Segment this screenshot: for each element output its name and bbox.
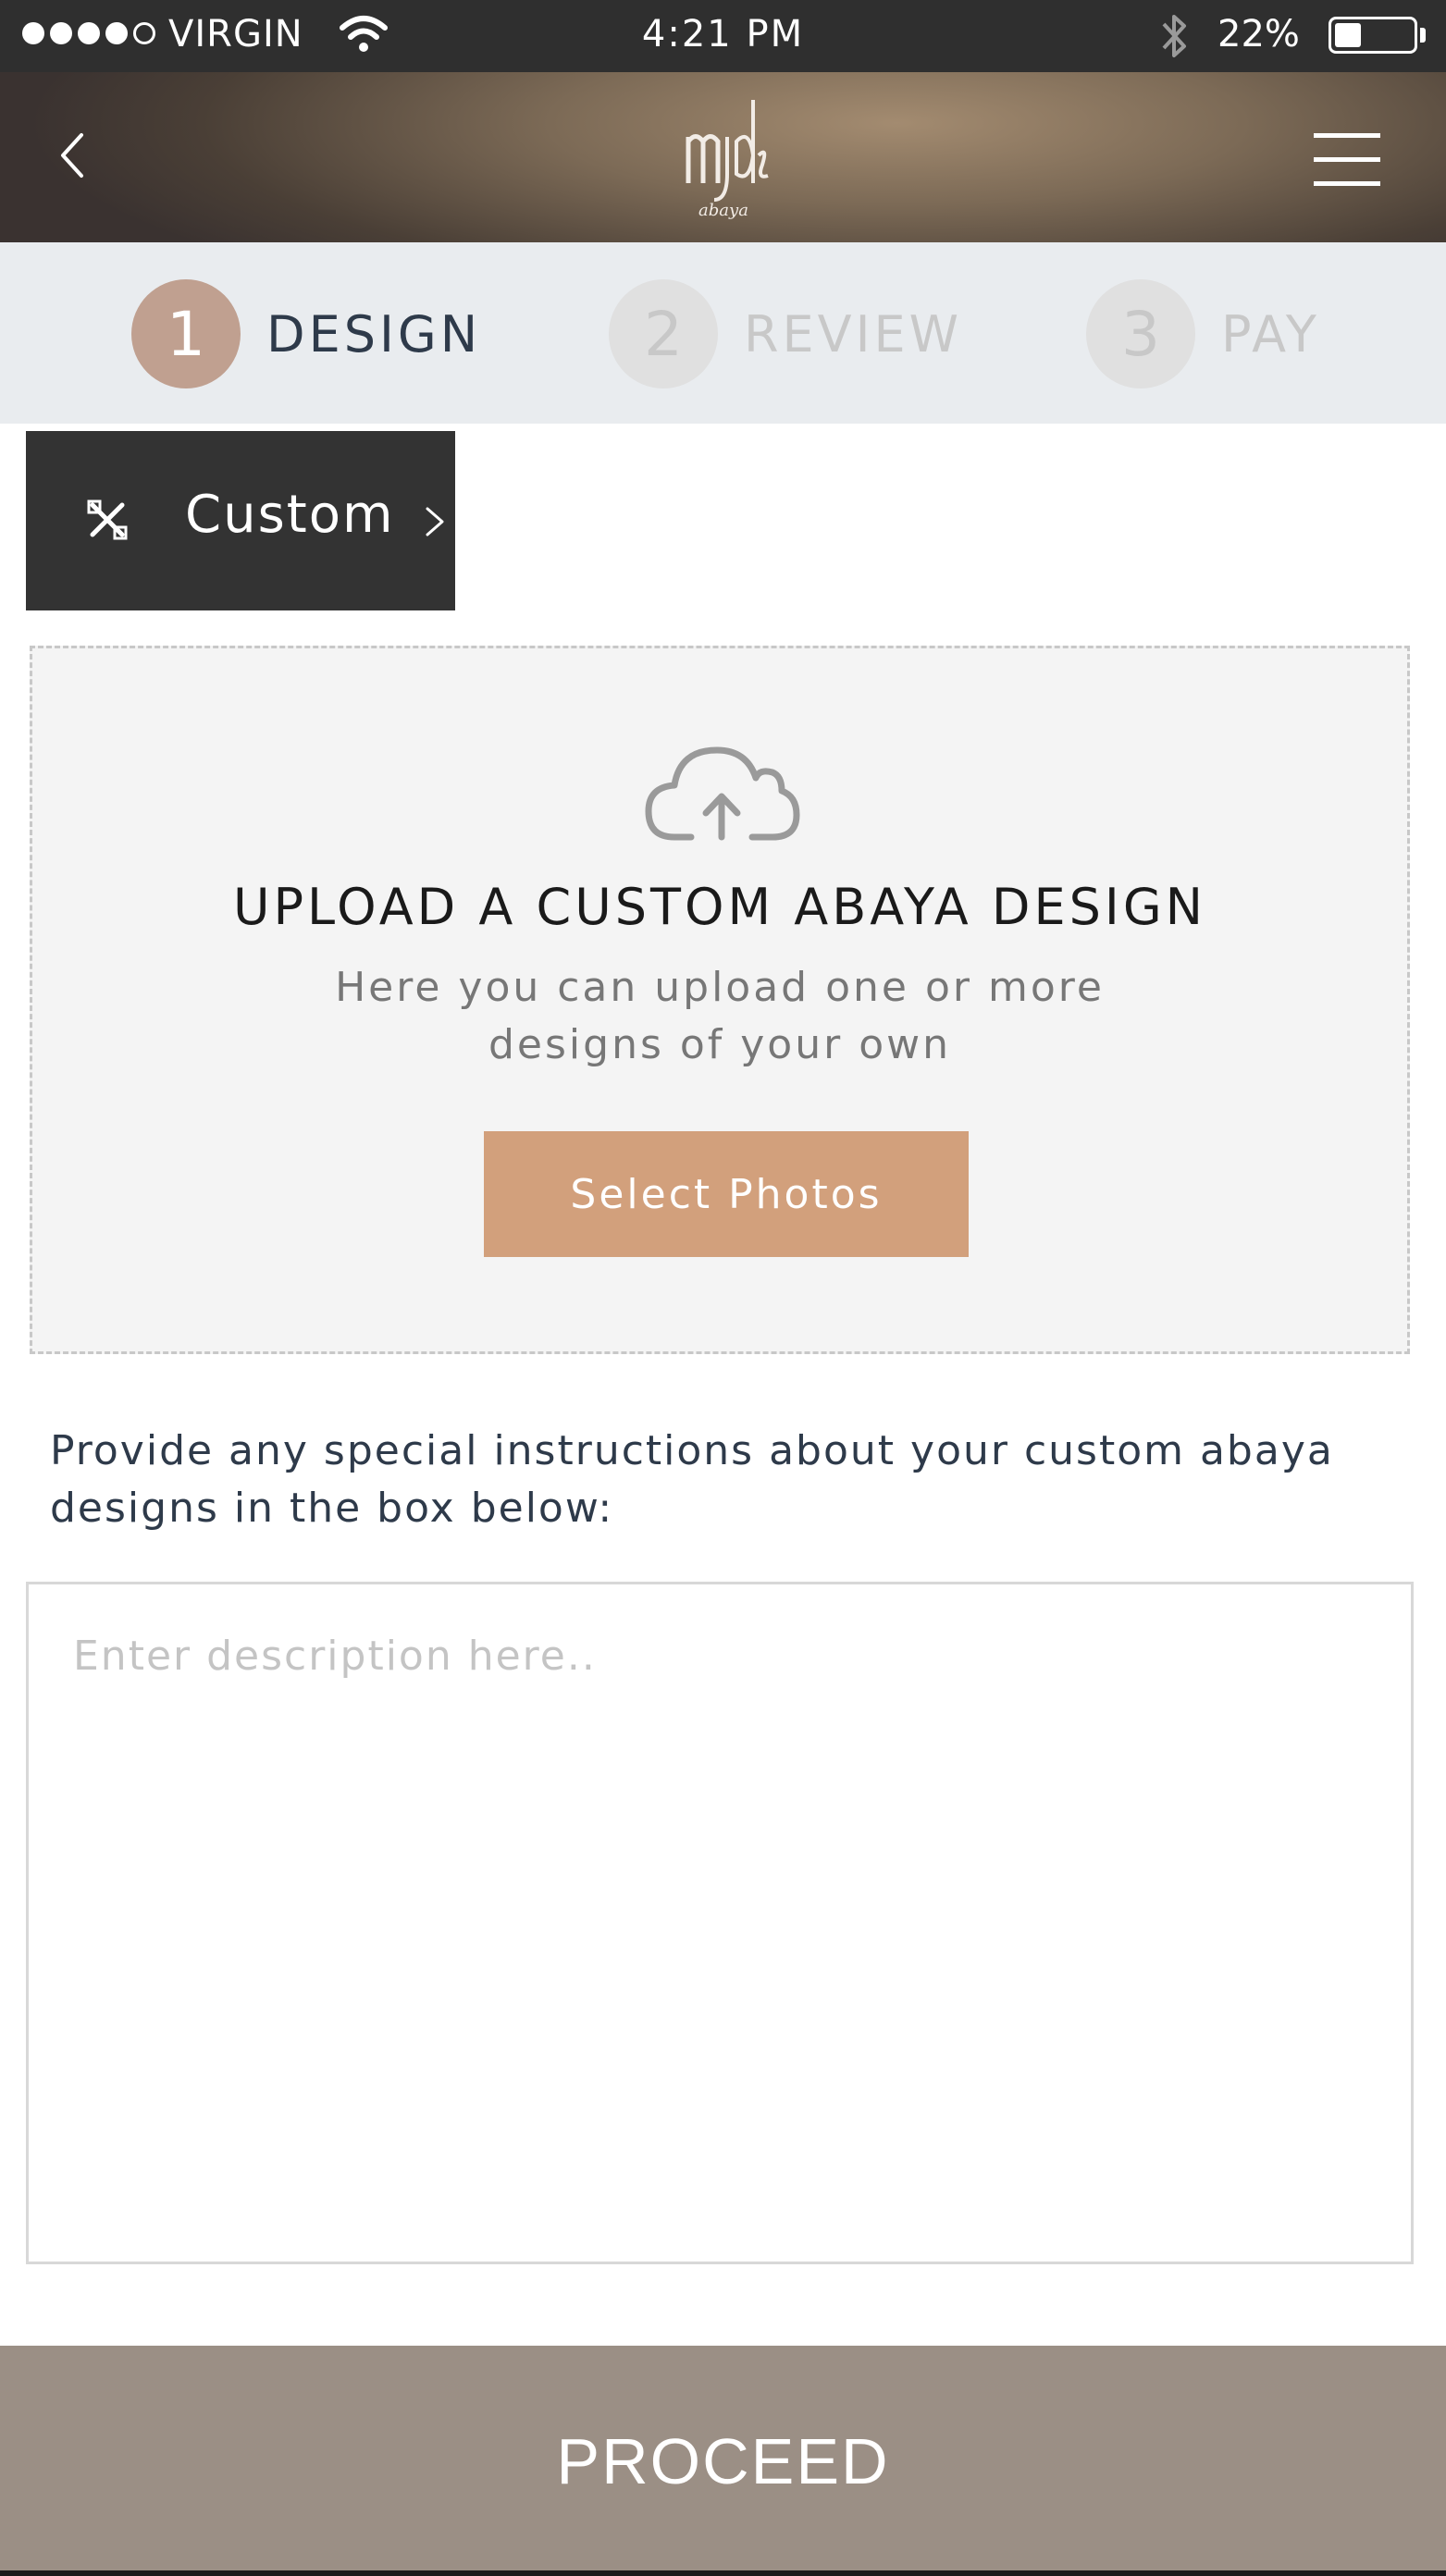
proceed-button[interactable]: PROCEED — [0, 2346, 1446, 2576]
bottom-edge — [0, 2570, 1446, 2576]
instructions-line: Provide any special instructions about y… — [50, 1427, 1334, 1474]
step-number: 3 — [1086, 279, 1195, 388]
instructions-text: Provide any special instructions about y… — [50, 1423, 1401, 1537]
custom-design-tab[interactable]: Custom — [26, 431, 455, 610]
step-pay[interactable]: 3 PAY — [1086, 279, 1320, 388]
upload-title: UPLOAD A CUSTOM ABAYA DESIGN — [232, 878, 1207, 936]
checkout-steps: 1 DESIGN 2 REVIEW 3 PAY — [0, 242, 1446, 424]
step-number: 2 — [609, 279, 718, 388]
step-label: PAY — [1221, 304, 1320, 364]
step-review[interactable]: 2 REVIEW — [609, 279, 962, 388]
select-photos-button[interactable]: Select Photos — [484, 1131, 969, 1257]
cloud-upload-icon — [645, 746, 800, 841]
upload-dropzone[interactable]: UPLOAD A CUSTOM ABAYA DESIGN Here you ca… — [30, 646, 1410, 1354]
step-design[interactable]: 1 DESIGN — [131, 279, 481, 388]
bluetooth-icon — [1162, 15, 1186, 57]
instructions-line: designs in the box below: — [50, 1485, 614, 1532]
upload-subtitle-line: Here you can upload one or more — [335, 964, 1105, 1011]
menu-line — [1314, 181, 1380, 186]
logo-subtitle: abaya — [698, 201, 748, 220]
brand-logo: abaya — [675, 91, 772, 228]
step-label: DESIGN — [266, 304, 482, 364]
step-label: REVIEW — [744, 304, 963, 364]
battery-nub — [1420, 28, 1426, 43]
step-number: 1 — [131, 279, 241, 388]
hamburger-menu-icon[interactable] — [1314, 129, 1388, 189]
upload-subtitle-line: designs of your own — [488, 1021, 951, 1068]
logo-mark-icon — [686, 100, 769, 202]
chevron-left-icon[interactable] — [52, 128, 93, 183]
status-bar: VIRGIN 4:21 PM 22% — [0, 0, 1446, 72]
app-header: abaya — [0, 72, 1446, 242]
description-textarea[interactable] — [26, 1582, 1414, 2264]
battery-fill — [1335, 23, 1361, 47]
battery-percent: 22% — [1217, 13, 1300, 55]
menu-line — [1314, 157, 1380, 162]
battery-icon — [1329, 17, 1426, 54]
custom-tab-label: Custom — [185, 485, 395, 545]
upload-subtitle: Here you can upload one or more designs … — [32, 959, 1407, 1074]
chevron-right-icon — [426, 507, 444, 536]
menu-line — [1314, 133, 1380, 138]
tools-icon — [87, 499, 128, 540]
